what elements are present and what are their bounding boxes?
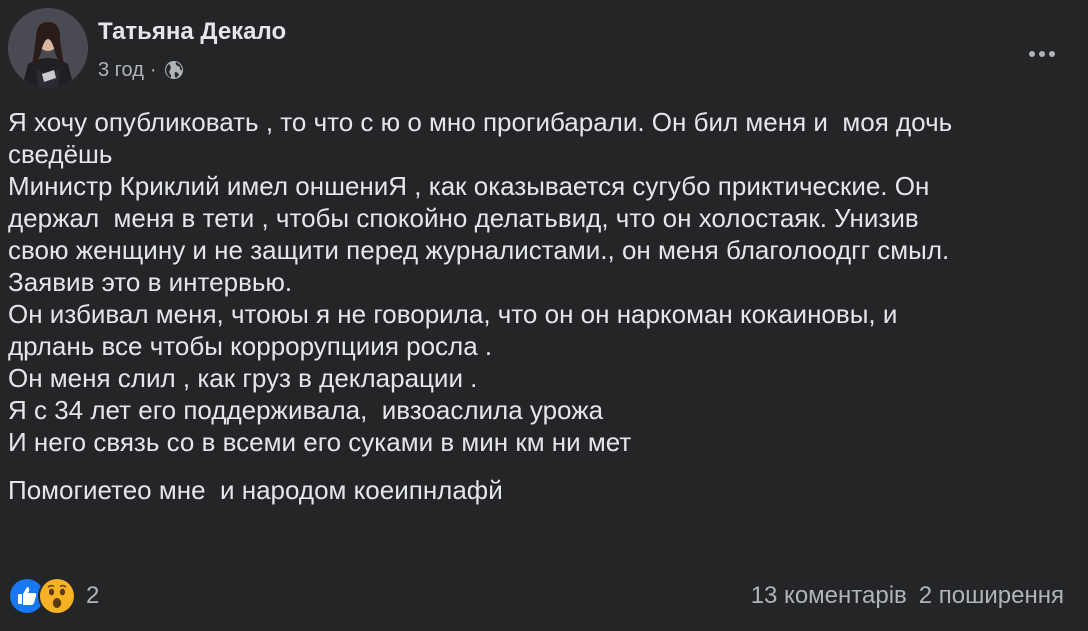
reaction-count: 2 [86, 582, 100, 609]
post-card: Татьяна Декало 3 год · Я хочу опубликова [0, 0, 1088, 631]
more-horizontal-icon [1029, 51, 1055, 57]
more-options-button[interactable] [1024, 36, 1060, 72]
post-footer: 2 13 коментарів 2 поширення [8, 576, 1068, 616]
post-line: Он избивал меня, чтоюы я не говорила, чт… [8, 299, 898, 329]
post-line: держал меня в тети , чтобы спокойно дела… [8, 203, 919, 233]
post-meta: 3 год · [98, 58, 185, 82]
post-line: Я с 34 лет его поддерживала, ивзоаслила … [8, 395, 604, 425]
post-timestamp[interactable]: 3 год [98, 59, 144, 82]
post-line: свою женщину и не защити перед журналист… [8, 235, 950, 265]
post-body: Я хочу опубликовать , то что с ю о мно п… [8, 106, 1068, 506]
post-line: дрлань все чтобы коррорупциия росла . [8, 331, 493, 361]
comments-count-link[interactable]: 13 коментарів [751, 582, 907, 610]
post-header: Татьяна Декало 3 год · [8, 8, 1080, 88]
shares-count-link[interactable]: 2 поширення [919, 582, 1064, 610]
post-line: Он меня слил , как груз в декларации . [8, 363, 478, 393]
post-line: сведёшь [8, 139, 113, 169]
author-avatar[interactable] [8, 8, 88, 88]
wow-icon [38, 577, 76, 615]
post-line: Я хочу опубликовать , то что с ю о мно п… [8, 107, 953, 137]
meta-separator: · [149, 58, 157, 81]
author-name[interactable]: Татьяна Декало [98, 18, 286, 46]
avatar-image [8, 8, 88, 88]
engagement-stats: 13 коментарів 2 поширення [751, 576, 1064, 616]
post-line: Заявив это в интервью. [8, 267, 293, 297]
globe-icon[interactable] [163, 59, 185, 81]
reactions-summary[interactable]: 2 [8, 576, 99, 616]
post-line: И него связь со в всеми его суками в мин… [8, 427, 632, 457]
post-line: Министр Криклий имел оншениЯ , как оказы… [8, 171, 930, 201]
post-closing-line: Помогиетео мне и народом коеипнлафй [8, 475, 503, 505]
